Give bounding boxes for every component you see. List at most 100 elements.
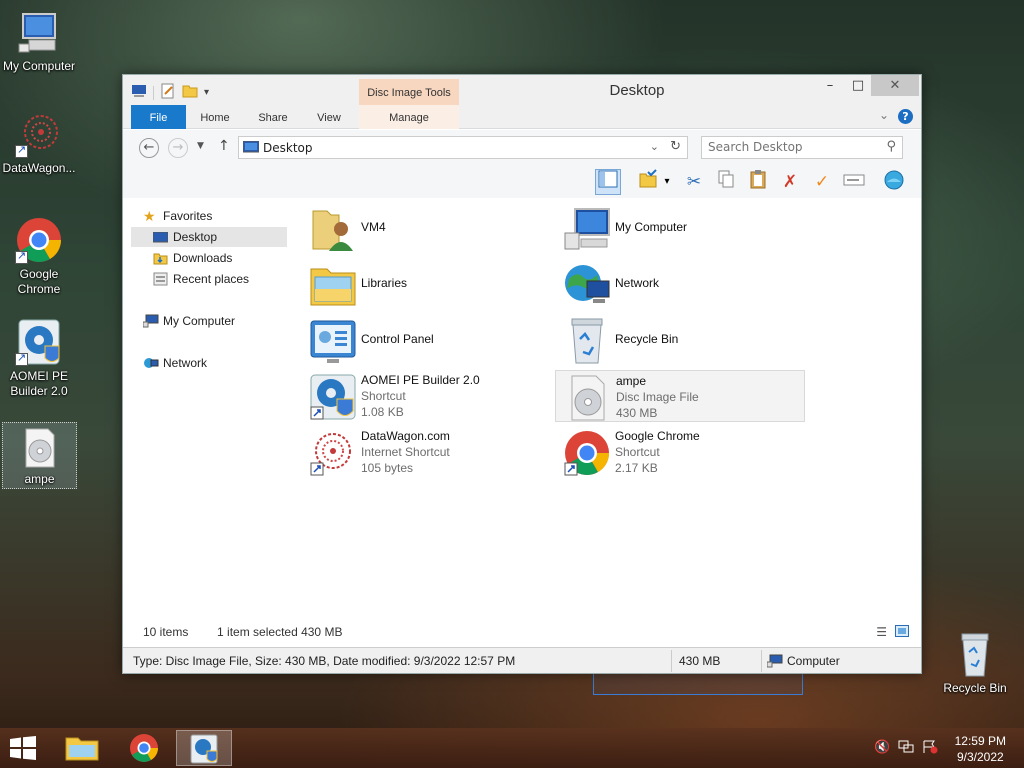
address-dropdown-chevron-icon[interactable]: ⌄ bbox=[650, 140, 659, 153]
desktop-icon-ampe[interactable]: ampe bbox=[2, 422, 77, 489]
clock-date: 9/3/2022 bbox=[956, 750, 1004, 764]
nav-item-desktop[interactable]: Desktop bbox=[131, 227, 287, 247]
navigation-pane: ★ Favorites Desktop Downloads Recent pla… bbox=[131, 202, 291, 617]
rename-icon[interactable] bbox=[841, 169, 867, 195]
item-name: ampe bbox=[616, 374, 647, 388]
desktop-icon-datawagon[interactable]: DataWagon... bbox=[0, 110, 78, 176]
network-status-icon[interactable] bbox=[898, 740, 914, 758]
tab-manage[interactable]: Manage bbox=[359, 105, 459, 129]
desktop-icon-aomei[interactable]: AOMEI PE Builder 2.0 bbox=[0, 318, 78, 399]
list-item-ampe[interactable]: ampe Disc Image File 430 MB bbox=[555, 370, 805, 422]
custom-toolbar: ▾ ✂ ✗ ✓ bbox=[123, 166, 921, 198]
list-item-vm4[interactable]: VM4 bbox=[301, 202, 549, 254]
paste-icon[interactable] bbox=[745, 169, 771, 195]
select-checkmark-icon[interactable]: ✓ bbox=[809, 169, 835, 195]
shortcut-arrow-icon bbox=[15, 249, 28, 264]
item-count: 10 items bbox=[143, 625, 189, 639]
desktop-icon-recycle-bin[interactable]: Recycle Bin bbox=[936, 630, 1014, 696]
desktop-icon-my-computer[interactable]: My Computer bbox=[0, 8, 78, 74]
up-arrow-icon[interactable]: ↑ bbox=[218, 138, 230, 154]
folder-options-chevron-icon[interactable]: ▾ bbox=[661, 169, 673, 195]
list-item-recycle-bin[interactable]: Recycle Bin bbox=[555, 314, 803, 366]
list-item-google-chrome[interactable]: Google Chrome Shortcut 2.17 KB bbox=[555, 426, 803, 478]
nav-item-label: Recent places bbox=[173, 272, 250, 286]
forward-button[interactable]: → bbox=[168, 138, 188, 158]
taskbar: 🔇 12:59 PM 9/3/2022 bbox=[0, 728, 1024, 768]
close-button[interactable]: ✕ bbox=[871, 75, 919, 96]
item-name: Libraries bbox=[361, 276, 408, 290]
delete-icon[interactable]: ✗ bbox=[777, 169, 803, 195]
aomei-icon bbox=[190, 734, 218, 764]
taskbar-active-app[interactable] bbox=[176, 730, 232, 766]
list-item-my-computer[interactable]: My Computer bbox=[555, 202, 803, 254]
desktop-folder-icon bbox=[152, 230, 169, 244]
minimize-button[interactable]: – bbox=[817, 75, 843, 96]
file-list: VM4 My Computer Libraries Network Contro… bbox=[301, 202, 911, 622]
address-bar-row: ← → ▼ ↑ Desktop ⌄ ↻ ⚲ bbox=[123, 130, 921, 166]
item-name: VM4 bbox=[361, 220, 386, 234]
datawagon-icon bbox=[309, 429, 357, 477]
cut-icon[interactable]: ✂ bbox=[681, 169, 707, 195]
list-item-network[interactable]: Network bbox=[555, 258, 803, 310]
select-folder-icon[interactable] bbox=[635, 169, 661, 195]
expand-ribbon-chevron-icon[interactable]: ⌄ bbox=[879, 108, 889, 122]
desktop-icon-label: ampe bbox=[24, 472, 55, 486]
navigation-pane-toggle-icon[interactable] bbox=[595, 169, 621, 195]
help-icon[interactable]: ? bbox=[898, 109, 913, 124]
shortcut-arrow-icon bbox=[15, 143, 28, 158]
action-center-flag-icon[interactable] bbox=[922, 740, 938, 758]
search-icon[interactable]: ⚲ bbox=[886, 139, 896, 154]
search-box[interactable]: ⚲ bbox=[701, 136, 903, 159]
nav-favorites-label: Favorites bbox=[163, 209, 213, 223]
refresh-icon[interactable]: ↻ bbox=[670, 139, 681, 154]
details-description: Type: Disc Image File, Size: 430 MB, Dat… bbox=[133, 654, 516, 668]
taskbar-file-explorer[interactable] bbox=[54, 730, 110, 766]
list-item-aomei-pe-builder[interactable]: AOMEI PE Builder 2.0 Shortcut 1.08 KB bbox=[301, 370, 549, 422]
computer-icon bbox=[563, 205, 611, 253]
nav-item-downloads[interactable]: Downloads bbox=[131, 248, 287, 268]
nav-item-label: Network bbox=[163, 356, 208, 370]
details-view-icon[interactable]: ☰ bbox=[876, 625, 887, 640]
file-explorer-icon bbox=[65, 737, 99, 761]
disc-image-icon bbox=[20, 427, 60, 469]
internet-explorer-icon[interactable] bbox=[881, 169, 907, 195]
tab-file[interactable]: File bbox=[131, 105, 186, 129]
tab-share[interactable]: Share bbox=[247, 105, 299, 129]
control-panel-icon bbox=[309, 317, 357, 365]
address-bar[interactable]: Desktop ⌄ ↻ bbox=[238, 136, 688, 159]
recent-locations-chevron-icon[interactable]: ▼ bbox=[197, 141, 204, 151]
datawagon-icon bbox=[15, 110, 63, 158]
item-size: 2.17 KB bbox=[615, 461, 658, 475]
list-item-libraries[interactable]: Libraries bbox=[301, 258, 549, 310]
computer-icon bbox=[766, 654, 783, 671]
nav-item-recent-places[interactable]: Recent places bbox=[131, 269, 287, 289]
details-bar: Type: Disc Image File, Size: 430 MB, Dat… bbox=[123, 647, 921, 673]
tab-view[interactable]: View bbox=[305, 105, 353, 129]
list-item-control-panel[interactable]: Control Panel bbox=[301, 314, 549, 366]
desktop-folder-icon bbox=[242, 140, 260, 157]
title-bar[interactable]: ▾ Disc Image Tools Desktop – □ ✕ bbox=[123, 75, 921, 105]
start-button[interactable] bbox=[8, 736, 38, 760]
back-button[interactable]: ← bbox=[139, 138, 159, 158]
copy-icon[interactable] bbox=[713, 169, 739, 195]
nav-item-network[interactable]: Network bbox=[131, 353, 287, 373]
nav-item-label: My Computer bbox=[163, 314, 236, 328]
large-icons-view-icon[interactable] bbox=[895, 625, 909, 640]
maximize-button[interactable]: □ bbox=[845, 75, 871, 96]
tab-home[interactable]: Home bbox=[191, 105, 239, 129]
nav-item-my-computer[interactable]: My Computer bbox=[131, 311, 287, 331]
system-clock[interactable]: 12:59 PM 9/3/2022 bbox=[955, 733, 1006, 765]
search-input[interactable] bbox=[708, 140, 878, 154]
nav-favorites[interactable]: ★ Favorites bbox=[131, 206, 287, 226]
recycle-bin-icon bbox=[951, 630, 999, 678]
desktop-icon-google-chrome[interactable]: Google Chrome bbox=[0, 216, 78, 297]
window-title: Desktop bbox=[609, 82, 665, 99]
taskbar-google-chrome[interactable] bbox=[116, 730, 172, 766]
computer-icon bbox=[142, 314, 159, 328]
network-icon bbox=[143, 356, 159, 370]
volume-muted-icon[interactable]: 🔇 bbox=[874, 740, 890, 755]
details-location: Computer bbox=[787, 654, 840, 668]
item-type: Shortcut bbox=[615, 445, 660, 459]
list-item-datawagon[interactable]: DataWagon.com Internet Shortcut 105 byte… bbox=[301, 426, 549, 478]
ribbon-tab-bar: File Home Share View Manage ⌄ ? bbox=[123, 105, 921, 129]
